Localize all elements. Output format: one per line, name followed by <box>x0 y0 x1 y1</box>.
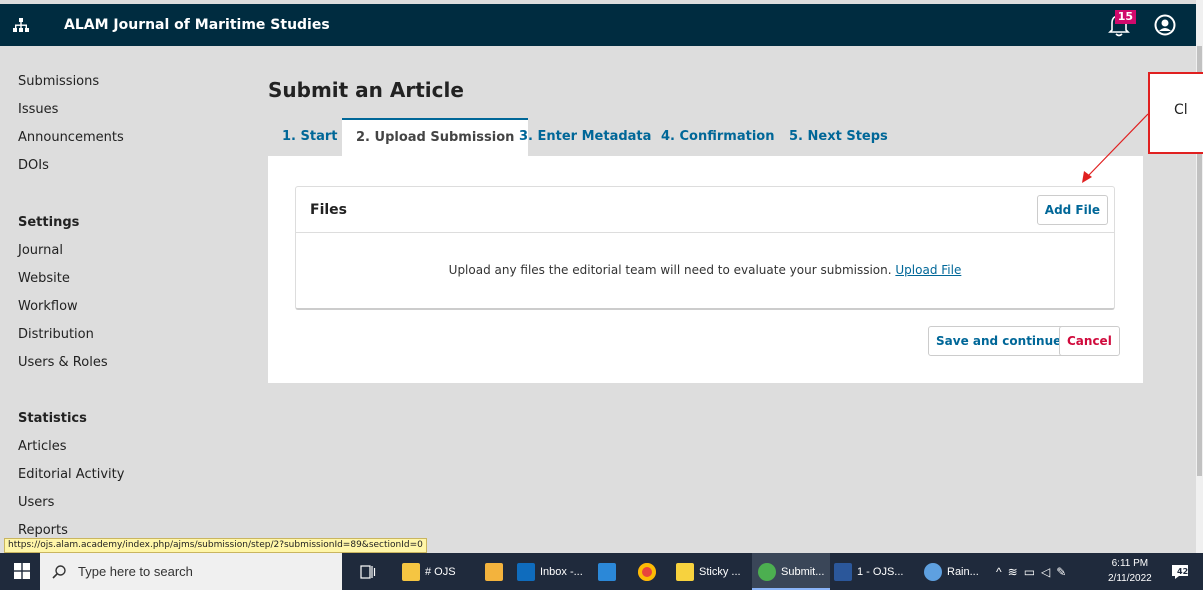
sticky-notes-icon <box>676 562 694 581</box>
sidebar-item-journal[interactable]: Journal <box>18 243 63 258</box>
task-view-icon[interactable] <box>360 553 376 590</box>
volume-icon[interactable]: ◁ <box>1041 565 1056 579</box>
sidebar: Submissions Issues Announcements DOIs Se… <box>0 46 258 553</box>
sidebar-item-articles[interactable]: Articles <box>18 439 66 454</box>
network-icon[interactable]: ≋ <box>1008 565 1024 579</box>
word-icon <box>834 562 852 581</box>
upload-file-link[interactable]: Upload File <box>895 263 961 277</box>
sidebar-item-editorial-activity[interactable]: Editorial Activity <box>18 467 124 482</box>
upload-panel: Files Add File Upload any files the edit… <box>268 156 1143 383</box>
top-header: ALAM Journal of Maritime Studies 15 <box>0 4 1196 46</box>
sidebar-heading-settings: Settings <box>18 215 80 230</box>
battery-icon[interactable]: ▭ <box>1024 565 1041 579</box>
tab-confirmation[interactable]: 4. Confirmation <box>661 118 774 156</box>
windows-taskbar: Type here to search # OJS Inbox -... Sti… <box>0 553 1203 590</box>
taskbar-item-label: 1 - OJS... <box>857 565 904 578</box>
taskbar-item-word[interactable]: 1 - OJS... <box>834 553 903 590</box>
site-map-icon[interactable] <box>0 4 42 46</box>
chevron-up-icon[interactable]: ^ <box>996 565 1008 579</box>
taskbar-item-label: Rain... <box>947 565 979 578</box>
taskbar-item-label: # OJS <box>425 565 456 578</box>
sidebar-item-users[interactable]: Users <box>18 495 54 510</box>
sidebar-item-workflow[interactable]: Workflow <box>18 299 78 314</box>
sidebar-item-reports[interactable]: Reports <box>18 523 68 538</box>
pen-icon[interactable]: ✎ <box>1056 565 1072 579</box>
folder-icon <box>402 562 420 581</box>
mail-icon[interactable] <box>598 553 621 590</box>
taskbar-item-sticky-notes[interactable]: Sticky ... <box>676 553 741 590</box>
microsoft-store-icon[interactable] <box>485 553 508 590</box>
sidebar-item-submissions[interactable]: Submissions <box>18 74 99 89</box>
upload-message: Upload any files the editorial team will… <box>296 263 1114 277</box>
cancel-button[interactable]: Cancel <box>1059 326 1120 356</box>
taskbar-item-submit-chrome[interactable]: Submit... <box>752 553 831 590</box>
taskbar-search-box[interactable]: Type here to search <box>40 553 342 590</box>
taskbar-item-label: Inbox -... <box>540 565 583 578</box>
taskbar-clock[interactable]: 6:11 PM 2/11/2022 <box>1108 556 1152 586</box>
outlook-icon <box>517 562 535 581</box>
user-profile-icon[interactable] <box>1154 14 1176 36</box>
tab-next-steps[interactable]: 5. Next Steps <box>789 118 888 156</box>
taskbar-item-ojs-folder[interactable]: # OJS <box>402 553 456 590</box>
callout-text: Cl <box>1174 102 1188 118</box>
page-title: Submit an Article <box>268 78 464 102</box>
sidebar-heading-statistics: Statistics <box>18 411 87 426</box>
action-center-icon[interactable]: 42 <box>1171 563 1189 581</box>
taskbar-item-outlook[interactable]: Inbox -... <box>517 553 583 590</box>
upload-message-text: Upload any files the editorial team will… <box>448 263 892 277</box>
files-grid: Files Add File Upload any files the edit… <box>295 186 1115 310</box>
search-icon <box>52 564 66 579</box>
taskbar-item-weather[interactable]: Rain... <box>924 553 979 590</box>
clock-date: 2/11/2022 <box>1108 573 1152 584</box>
sidebar-item-distribution[interactable]: Distribution <box>18 327 94 342</box>
sidebar-item-issues[interactable]: Issues <box>18 102 58 117</box>
save-and-continue-button[interactable]: Save and continue <box>928 326 1070 356</box>
sidebar-item-website[interactable]: Website <box>18 271 70 286</box>
status-bar-url: https://ojs.alam.academy/index.php/ajms/… <box>4 538 427 553</box>
taskbar-item-label: Sticky ... <box>699 565 741 578</box>
sidebar-item-dois[interactable]: DOIs <box>18 158 49 173</box>
taskbar-item-label: Submit... <box>781 565 825 578</box>
clock-time: 6:11 PM <box>1111 558 1149 569</box>
journal-title[interactable]: ALAM Journal of Maritime Studies <box>64 17 330 33</box>
sidebar-item-announcements[interactable]: Announcements <box>18 130 124 145</box>
notification-count-badge: 15 <box>1114 10 1136 24</box>
tab-upload-submission[interactable]: 2. Upload Submission <box>342 118 529 156</box>
add-file-button[interactable]: Add File <box>1036 195 1108 225</box>
callout-box: Cl <box>1148 72 1203 154</box>
system-tray-icons[interactable]: ^ ≋ ▭ ◁ ✎ <box>996 553 1072 590</box>
search-placeholder: Type here to search <box>78 564 193 579</box>
notification-count: 42 <box>1177 567 1189 576</box>
chrome-profile-icon <box>758 562 776 581</box>
chrome-icon[interactable] <box>638 553 661 590</box>
sidebar-item-users-roles[interactable]: Users & Roles <box>18 355 108 370</box>
tab-enter-metadata[interactable]: 3. Enter Metadata <box>519 118 651 156</box>
files-heading: Files <box>310 201 347 218</box>
windows-start-icon[interactable] <box>14 563 30 579</box>
umbrella-icon <box>924 562 942 581</box>
tab-start[interactable]: 1. Start <box>282 118 338 156</box>
files-header: Files <box>296 187 1114 233</box>
